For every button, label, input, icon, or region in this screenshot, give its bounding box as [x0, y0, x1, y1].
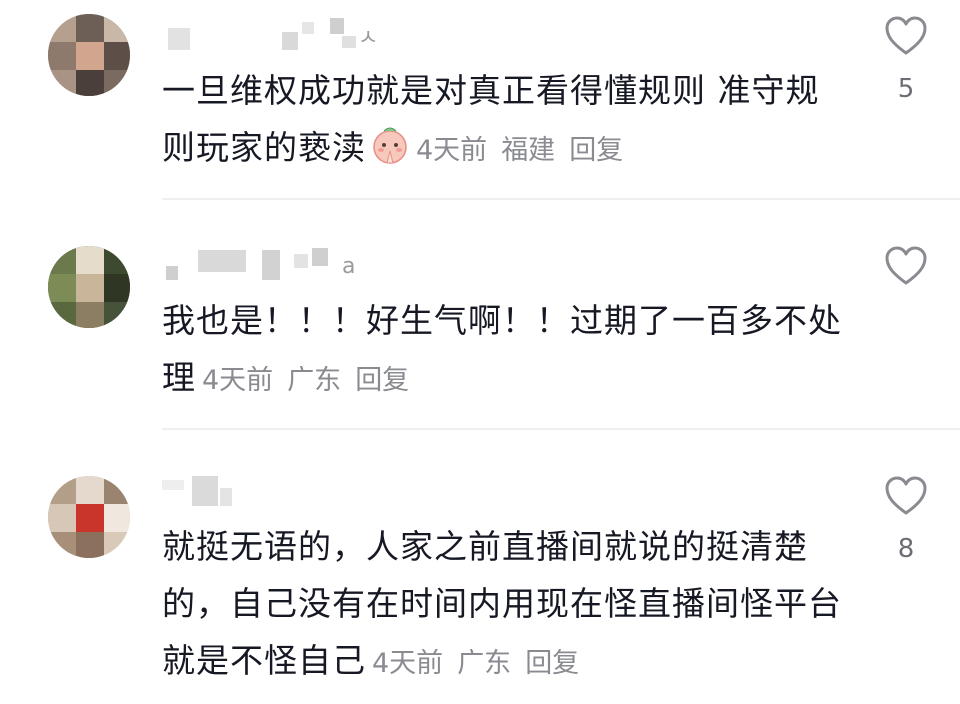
heart-outline-icon: [885, 16, 927, 55]
heart-outline-icon: [885, 246, 927, 285]
comment-meta: 4天前 广东 回复: [372, 648, 593, 679]
comment-item: a 我也是！！！好生气啊！！过期了一百多不处理 4天前 广东 回复: [0, 200, 960, 430]
comment-meta: 4天前 广东 回复: [202, 365, 423, 396]
like-count: [880, 304, 932, 334]
comment-item: ㅅ 一旦维权成功就是对真正看得懂规则 准守规则玩家的亵渎 4天前 福建 回复 5: [0, 0, 960, 200]
avatar[interactable]: [48, 476, 130, 558]
comment-time: 4天前: [202, 365, 274, 396]
username-blurred[interactable]: a: [162, 248, 422, 282]
like-button[interactable]: [880, 246, 932, 334]
like-button[interactable]: 5: [880, 16, 932, 104]
comment-location: 广东: [287, 365, 342, 396]
comment-location: 福建: [501, 135, 556, 166]
comment-location: 广东: [457, 648, 512, 679]
comment-time: 4天前: [372, 648, 444, 679]
avatar[interactable]: [48, 14, 130, 96]
reply-button[interactable]: 回复: [355, 365, 409, 396]
comment-meta: 4天前 福建 回复: [416, 135, 637, 166]
like-count: 5: [897, 74, 915, 104]
like-count: 8: [897, 534, 915, 564]
comment-text: 我也是！！！好生气啊！！过期了一百多不处理 4天前 广东 回复: [162, 292, 842, 409]
username-blurred[interactable]: ㅅ: [162, 18, 422, 52]
comment-text: 就挺无语的，人家之前直播间就说的挺清楚的，自己没有在时间内用现在怪直播间怪平台就…: [162, 518, 842, 692]
reply-button[interactable]: 回复: [525, 648, 579, 679]
comment-text: 一旦维权成功就是对真正看得懂规则 准守规则玩家的亵渎 4天前 福建 回复: [162, 62, 842, 179]
reply-button[interactable]: 回复: [569, 135, 623, 166]
comment-time: 4天前: [416, 135, 488, 166]
avatar[interactable]: [48, 246, 130, 328]
comment-item: 就挺无语的，人家之前直播间就说的挺清楚的，自己没有在时间内用现在怪直播间怪平台就…: [0, 430, 960, 704]
username-blurred[interactable]: [162, 476, 422, 510]
praying-face-emoji-icon: [373, 127, 407, 164]
heart-outline-icon: [885, 476, 927, 515]
like-button[interactable]: 8: [880, 476, 932, 564]
